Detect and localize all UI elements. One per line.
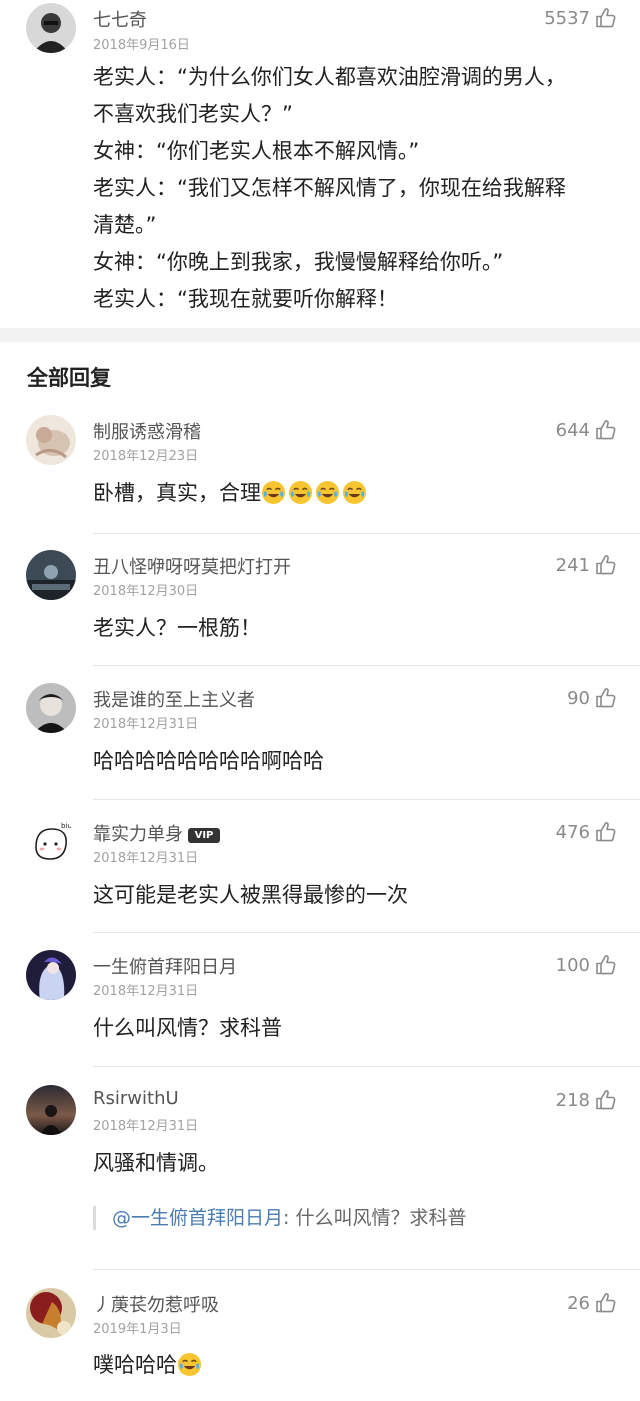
avatar[interactable]: biu	[26, 817, 76, 867]
post-line: 老实人：“我们又怎样不解风情了，你现在给我解释	[93, 176, 566, 200]
avatar[interactable]	[26, 1085, 76, 1135]
reply-date: 2018年12月31日	[93, 851, 199, 866]
like-button[interactable]: 644	[556, 418, 618, 442]
like-count: 218	[555, 1089, 590, 1111]
like-count: 644	[555, 419, 590, 441]
svg-text:biu: biu	[61, 822, 72, 830]
like-button[interactable]: 26	[567, 1291, 618, 1315]
like-count: 100	[555, 954, 590, 976]
username[interactable]: 制服诱惑滑稽	[93, 418, 201, 444]
username[interactable]: 七七奇	[93, 6, 147, 32]
username[interactable]: 我是谁的至上主义者	[93, 686, 255, 712]
reply-item: RsirwithU 2018年12月31日 218 风骚和情调。 @一生俯首拜阳…	[0, 1082, 640, 1270]
reply-body: 噗哈哈哈	[93, 1347, 610, 1384]
reply-date: 2018年12月23日	[93, 449, 199, 464]
divider	[93, 932, 640, 933]
all-replies-heading: 全部回复	[27, 366, 111, 390]
divider	[93, 533, 640, 534]
reply-item: 丿菮苌勿惹呼吸 2019年1月3日 26 噗哈哈哈	[0, 1285, 640, 1401]
reply-item: 一生俯首拜阳日月 2018年12月31日 100 什么叫风情？求科普	[0, 947, 640, 1069]
reply-body: 哈哈哈哈哈哈哈哈啊哈哈	[93, 749, 324, 773]
laughing-tears-emoji	[315, 480, 340, 505]
reply-body: 卧槽，真实，合理	[93, 475, 610, 512]
divider	[93, 1269, 640, 1270]
thumbs-up-icon	[594, 1088, 618, 1112]
like-count: 90	[567, 687, 590, 709]
reply-date: 2018年12月30日	[93, 584, 199, 599]
username-text: 靠实力单身	[93, 824, 183, 845]
quoted-reply: @一生俯首拜阳日月: 什么叫风情？求科普	[93, 1206, 610, 1230]
like-count: 241	[555, 554, 590, 576]
reply-text: 卧槽，真实，合理	[93, 481, 261, 505]
like-count: 476	[555, 821, 590, 843]
avatar[interactable]	[26, 3, 76, 53]
like-button[interactable]: 241	[556, 553, 618, 577]
divider	[93, 799, 640, 800]
reply-body: 风骚和情调。	[93, 1151, 219, 1175]
post-line: 不喜欢我们老实人？”	[93, 102, 293, 126]
username[interactable]: 丿菮苌勿惹呼吸	[93, 1291, 219, 1317]
main-post: 七七奇 2018年9月16日 5537 老实人：“为什么你们女人都喜欢油腔滑调的…	[0, 0, 640, 328]
quoted-text: : 什么叫风情？求科普	[283, 1207, 467, 1229]
post-line: 老实人：“为什么你们女人都喜欢油腔滑调的男人，	[93, 65, 566, 89]
username[interactable]: 靠实力单身 VIP	[93, 820, 220, 846]
like-button[interactable]: 218	[556, 1088, 618, 1112]
post-line: 女神：“你晚上到我家，我慢慢解释给你听。”	[93, 250, 504, 274]
laughing-tears-emoji	[177, 1352, 202, 1377]
mention-link[interactable]: @一生俯首拜阳日月	[112, 1207, 283, 1229]
thumbs-up-icon	[594, 6, 618, 30]
reply-body: 这可能是老实人被黑得最惨的一次	[93, 883, 408, 907]
username[interactable]: 一生俯首拜阳日月	[93, 953, 237, 979]
laughing-tears-emoji	[261, 480, 286, 505]
reply-date: 2018年12月31日	[93, 984, 199, 999]
like-button[interactable]: 100	[556, 953, 618, 977]
thumbs-up-icon	[594, 1291, 618, 1315]
divider	[93, 1066, 640, 1067]
thumbs-up-icon	[594, 418, 618, 442]
reply-item: 制服诱惑滑稽 2018年12月23日 644 卧槽，真实，合理	[0, 412, 640, 534]
reply-date: 2019年1月3日	[93, 1322, 182, 1337]
divider	[93, 665, 640, 666]
thumbs-up-icon	[594, 553, 618, 577]
section-separator	[0, 328, 640, 342]
thumbs-up-icon	[594, 820, 618, 844]
avatar[interactable]	[26, 415, 76, 465]
username[interactable]: RsirwithU	[93, 1088, 179, 1109]
avatar[interactable]	[26, 550, 76, 600]
post-line: 老实人：“我现在就要听你解释！	[93, 287, 398, 311]
reply-item: 我是谁的至上主义者 2018年12月31日 90 哈哈哈哈哈哈哈哈啊哈哈	[0, 680, 640, 802]
like-button[interactable]: 476	[556, 820, 618, 844]
like-count: 5537	[544, 7, 590, 29]
vip-badge: VIP	[188, 828, 220, 843]
avatar[interactable]	[26, 1288, 76, 1338]
avatar[interactable]	[26, 950, 76, 1000]
reply-body: 老实人？一根筋！	[93, 616, 261, 640]
username[interactable]: 丑八怪咿呀呀莫把灯打开	[93, 553, 291, 579]
laughing-tears-emoji	[342, 480, 367, 505]
post-body: 老实人：“为什么你们女人都喜欢油腔滑调的男人， 不喜欢我们老实人？” 女神：“你…	[93, 59, 610, 318]
reply-text: 噗哈哈哈	[93, 1353, 177, 1377]
avatar[interactable]	[26, 683, 76, 733]
reply-date: 2018年12月31日	[93, 1119, 199, 1134]
laughing-tears-emoji	[288, 480, 313, 505]
thumbs-up-icon	[594, 686, 618, 710]
reply-date: 2018年12月31日	[93, 717, 199, 732]
reply-item: biu 靠实力单身 VIP 2018年12月31日 476 这可能是老实人被黑得最…	[0, 814, 640, 936]
reply-item: 丑八怪咿呀呀莫把灯打开 2018年12月30日 241 老实人？一根筋！	[0, 547, 640, 669]
post-date: 2018年9月16日	[93, 38, 190, 53]
post-line: 清楚。”	[93, 213, 157, 237]
reply-body: 什么叫风情？求科普	[93, 1016, 282, 1040]
thumbs-up-icon	[594, 953, 618, 977]
like-button[interactable]: 5537	[544, 6, 618, 30]
post-line: 女神：“你们老实人根本不解风情。”	[93, 139, 420, 163]
like-count: 26	[567, 1292, 590, 1314]
like-button[interactable]: 90	[567, 686, 618, 710]
